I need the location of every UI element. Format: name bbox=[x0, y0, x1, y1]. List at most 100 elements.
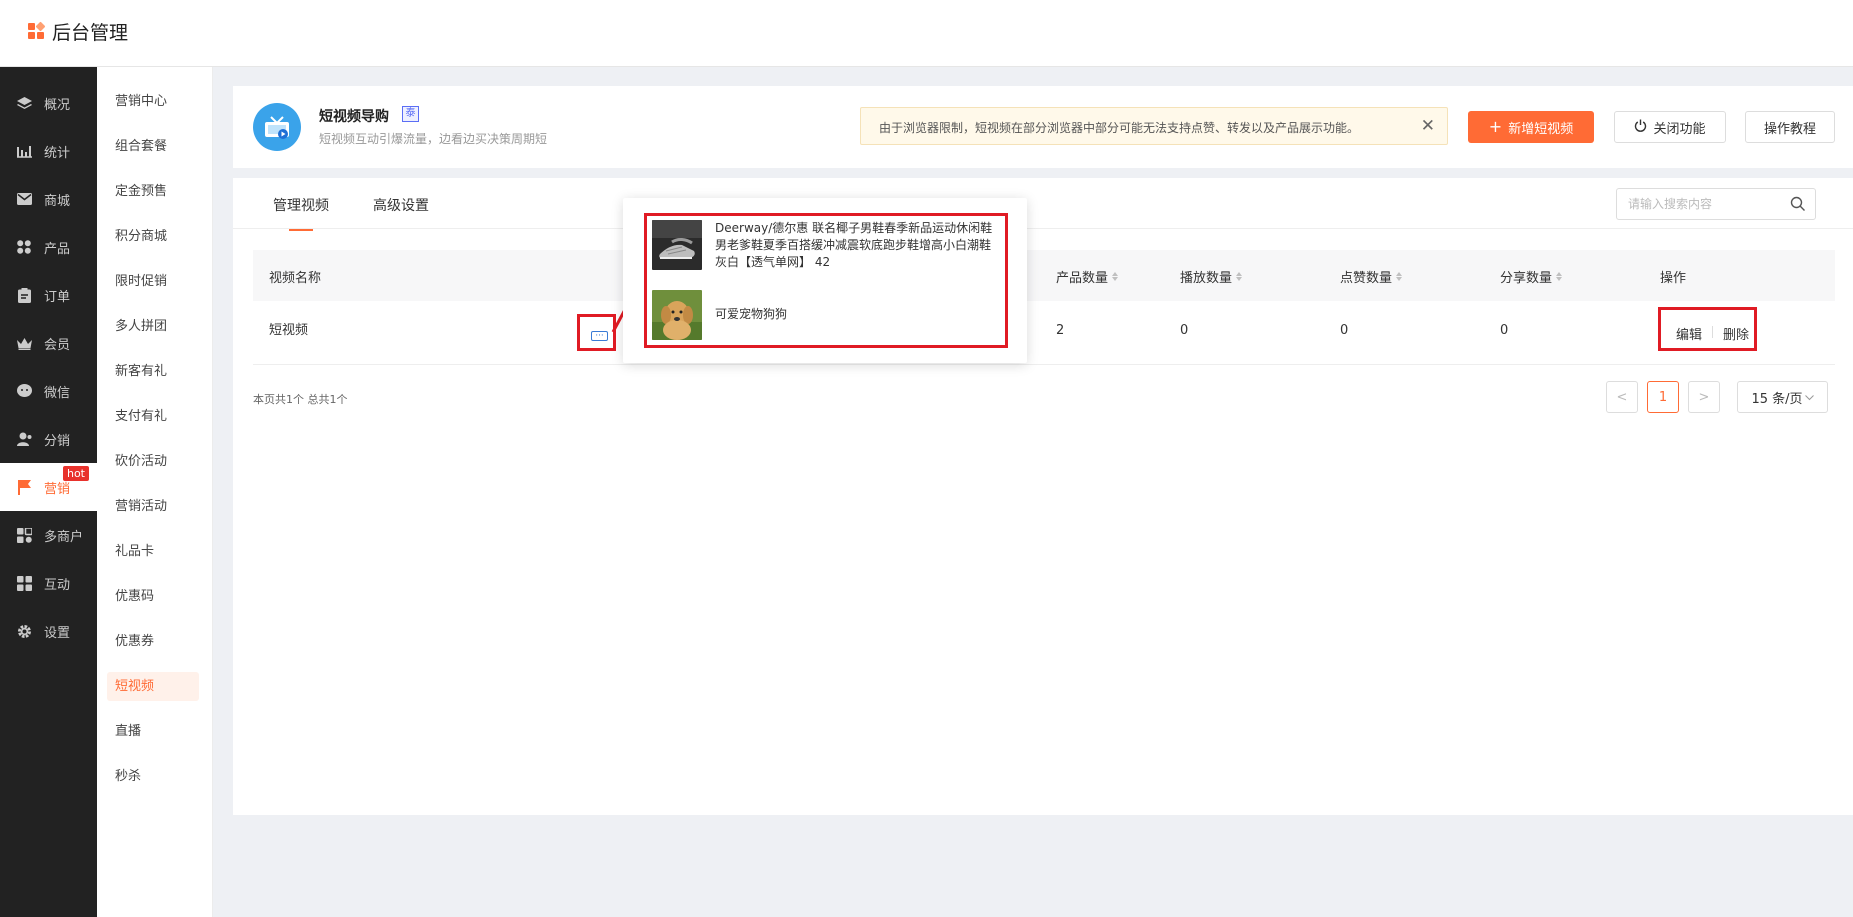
product-title: Deerway/德尔惠 联名椰子男鞋春季新品运动休闲鞋男老爹鞋夏季百搭缓冲减震软… bbox=[715, 221, 993, 269]
tab-label: 高级设置 bbox=[373, 198, 429, 214]
tab-advanced-settings[interactable]: 高级设置 bbox=[373, 195, 429, 215]
subnav-item[interactable]: 直播 bbox=[107, 717, 199, 746]
search-icon[interactable] bbox=[1790, 196, 1806, 216]
sidebar-item-label: 统计 bbox=[44, 145, 71, 161]
subnav-item-short-video[interactable]: 短视频 bbox=[107, 672, 199, 701]
crown-icon bbox=[16, 335, 32, 351]
sidebar-item-distribution[interactable]: 分销 bbox=[0, 415, 97, 463]
subnav-item[interactable]: 新客有礼 bbox=[107, 357, 199, 386]
video-name: 短视频 bbox=[269, 323, 309, 338]
sort-icon[interactable] bbox=[1556, 272, 1563, 281]
add-short-video-button[interactable]: + 新增短视频 bbox=[1468, 111, 1594, 143]
shoe-thumbnail bbox=[652, 220, 702, 270]
column-label: 点赞数量 bbox=[1340, 271, 1393, 286]
sort-icon[interactable] bbox=[1236, 272, 1243, 281]
subnav-item[interactable]: 限时促销 bbox=[107, 267, 199, 296]
sidebar-item-overview[interactable]: 概况 bbox=[0, 79, 97, 127]
column-label: 播放数量 bbox=[1180, 271, 1233, 286]
page-button-current[interactable]: 1 bbox=[1647, 381, 1679, 413]
subnav-item[interactable]: 秒杀 bbox=[107, 762, 199, 791]
more-icon[interactable]: ··· bbox=[591, 331, 608, 341]
column-header-products[interactable]: 产品数量 bbox=[1056, 267, 1119, 286]
tab-manage-videos[interactable]: 管理视频 bbox=[273, 195, 329, 231]
search-input[interactable] bbox=[1617, 189, 1777, 219]
main-content-card: 管理视频 高级设置 视频名称 产品数量 播放数量 点赞数量 分享数量 操作 短视… bbox=[233, 178, 1853, 815]
subnav-item[interactable]: 支付有礼 bbox=[107, 402, 199, 431]
subnav-item[interactable]: 营销中心 bbox=[107, 87, 199, 116]
page-info: 本页共1个 总共1个 bbox=[253, 393, 348, 406]
subnav-item[interactable]: 优惠券 bbox=[107, 627, 199, 656]
sidebar-item-label: 互动 bbox=[44, 577, 71, 593]
popover-product-item[interactable]: Deerway/德尔惠 联名椰子男鞋春季新品运动休闲鞋男老爹鞋夏季百搭缓冲减震软… bbox=[652, 220, 1000, 271]
popover-product-item[interactable]: 可爱宠物狗狗 bbox=[652, 290, 1000, 340]
logo[interactable]: 后台管理 bbox=[28, 18, 128, 45]
subnav-item[interactable]: 营销活动 bbox=[107, 492, 199, 521]
notice-text: 由于浏览器限制，短视频在部分浏览器中部分可能无法支持点赞、转发以及产品展示功能。 bbox=[879, 121, 1360, 135]
video-table: 视频名称 产品数量 播放数量 点赞数量 分享数量 操作 短视频 ··· 2 0 … bbox=[253, 250, 1835, 365]
user-share-icon bbox=[16, 431, 32, 447]
sidebar-item-settings[interactable]: 设置 bbox=[0, 607, 97, 655]
delete-link[interactable]: 删除 bbox=[1723, 324, 1749, 343]
close-icon[interactable]: ✕ bbox=[1421, 116, 1435, 136]
next-page-button[interactable]: > bbox=[1688, 381, 1720, 413]
gear-icon bbox=[16, 623, 32, 639]
sidebar-item-multi-merchant[interactable]: 多商户 bbox=[0, 511, 97, 559]
button-label: 新增短视频 bbox=[1508, 121, 1574, 137]
divider bbox=[1712, 326, 1713, 338]
search-field[interactable] bbox=[1616, 188, 1816, 220]
sort-icon[interactable] bbox=[1396, 272, 1403, 281]
close-feature-button[interactable]: 关闭功能 bbox=[1614, 111, 1726, 143]
app-title: 短视频导购 bbox=[319, 109, 389, 125]
subnav-item[interactable]: 礼品卡 bbox=[107, 537, 199, 566]
sidebar-item-label: 多商户 bbox=[44, 529, 84, 545]
dog-thumbnail bbox=[652, 290, 702, 340]
sidebar-item-label: 设置 bbox=[44, 625, 71, 641]
page-size-value: 15 条/页 bbox=[1751, 391, 1803, 407]
play-count: 0 bbox=[1180, 323, 1189, 338]
sidebar-item-label: 会员 bbox=[44, 337, 71, 353]
column-header-actions: 操作 bbox=[1660, 267, 1686, 286]
popover-highlight: Deerway/德尔惠 联名椰子男鞋春季新品运动休闲鞋男老爹鞋夏季百搭缓冲减震软… bbox=[644, 213, 1008, 348]
tutorial-button[interactable]: 操作教程 bbox=[1745, 111, 1835, 143]
sidebar-item-products[interactable]: 产品 bbox=[0, 223, 97, 271]
edit-link[interactable]: 编辑 bbox=[1676, 324, 1702, 343]
main-sidebar: 概况 统计 商城 产品 订单 会员 微信 分销 营销 hot 多商户 互动 设置 bbox=[0, 67, 97, 917]
button-label: 关闭功能 bbox=[1653, 121, 1706, 137]
subnav-item[interactable]: 组合套餐 bbox=[107, 132, 199, 161]
sidebar-item-stats[interactable]: 统计 bbox=[0, 127, 97, 175]
chevron-left-icon: < bbox=[1616, 389, 1628, 405]
column-header-plays[interactable]: 播放数量 bbox=[1180, 267, 1243, 286]
share-count: 0 bbox=[1500, 323, 1509, 338]
wechat-icon bbox=[16, 383, 32, 399]
mail-icon bbox=[16, 191, 32, 207]
subnav-item[interactable]: 多人拼团 bbox=[107, 312, 199, 341]
column-header-shares[interactable]: 分享数量 bbox=[1500, 267, 1563, 286]
subnav-item[interactable]: 砍价活动 bbox=[107, 447, 199, 476]
prev-page-button[interactable]: < bbox=[1606, 381, 1638, 413]
table-row: 短视频 ··· 2 0 0 0 编辑 删除 bbox=[253, 301, 1835, 365]
column-header-likes[interactable]: 点赞数量 bbox=[1340, 267, 1403, 286]
power-icon bbox=[1634, 119, 1647, 136]
subnav-item[interactable]: 积分商城 bbox=[107, 222, 199, 251]
sidebar-item-label: 微信 bbox=[44, 385, 71, 401]
sidebar-item-members[interactable]: 会员 bbox=[0, 319, 97, 367]
sidebar-item-marketing[interactable]: 营销 hot bbox=[0, 463, 97, 511]
sidebar-item-label: 概况 bbox=[44, 97, 71, 113]
sidebar-item-wechat[interactable]: 微信 bbox=[0, 367, 97, 415]
subnav-item[interactable]: 优惠码 bbox=[107, 582, 199, 611]
sort-icon[interactable] bbox=[1112, 272, 1119, 281]
short-video-app-icon bbox=[253, 103, 301, 151]
chart-icon bbox=[16, 143, 32, 159]
logo-icon bbox=[28, 21, 46, 41]
subnav-item[interactable]: 定金预售 bbox=[107, 177, 199, 206]
chevron-right-icon: > bbox=[1698, 389, 1710, 405]
app-tag: 泰 bbox=[402, 106, 419, 122]
button-label: 操作教程 bbox=[1763, 121, 1816, 137]
page-size-select[interactable]: 15 条/页 bbox=[1737, 381, 1828, 413]
merchant-icon bbox=[16, 527, 32, 543]
like-count: 0 bbox=[1340, 323, 1349, 338]
column-label: 视频名称 bbox=[269, 271, 322, 286]
sidebar-item-interaction[interactable]: 互动 bbox=[0, 559, 97, 607]
sidebar-item-mall[interactable]: 商城 bbox=[0, 175, 97, 223]
sidebar-item-orders[interactable]: 订单 bbox=[0, 271, 97, 319]
